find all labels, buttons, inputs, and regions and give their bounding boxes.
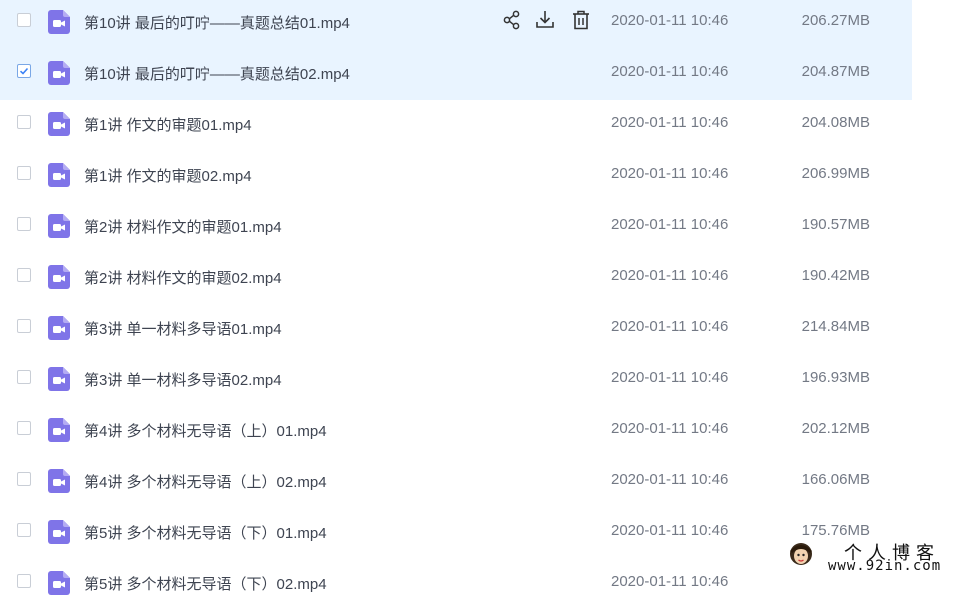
row-checkbox[interactable] xyxy=(17,217,31,231)
file-date: 2020-01-11 10:46 xyxy=(611,369,729,386)
video-file-icon xyxy=(48,163,70,187)
file-size: 190.42MB xyxy=(801,267,870,284)
file-name[interactable]: 第3讲 单一材料多导语02.mp4 xyxy=(84,369,282,390)
file-size: 206.99MB xyxy=(801,165,870,182)
file-size: 204.87MB xyxy=(801,63,870,80)
row-checkbox[interactable] xyxy=(17,574,31,588)
video-file-icon xyxy=(48,61,70,85)
file-row[interactable]: 第2讲 材料作文的审题02.mp4 2020-01-11 10:46 190.4… xyxy=(0,253,912,304)
file-date: 2020-01-11 10:46 xyxy=(611,63,729,80)
file-row[interactable]: 第4讲 多个材料无导语（上）01.mp4 2020-01-11 10:46 20… xyxy=(0,406,912,457)
delete-icon[interactable] xyxy=(570,9,592,31)
file-row[interactable]: 第3讲 单一材料多导语02.mp4 2020-01-11 10:46 196.9… xyxy=(0,355,912,406)
watermark-url: www.92in.com xyxy=(828,558,942,574)
file-row[interactable]: 第1讲 作文的审题02.mp4 2020-01-11 10:46 206.99M… xyxy=(0,151,912,202)
file-row[interactable]: 第5讲 多个材料无导语（下）01.mp4 2020-01-11 10:46 17… xyxy=(0,508,912,559)
avatar-logo-icon xyxy=(790,543,812,565)
file-name[interactable]: 第5讲 多个材料无导语（下）01.mp4 xyxy=(84,522,327,543)
row-checkbox[interactable] xyxy=(17,472,31,486)
file-row[interactable]: 第4讲 多个材料无导语（上）02.mp4 2020-01-11 10:46 16… xyxy=(0,457,912,508)
file-row[interactable]: 第10讲 最后的叮咛——真题总结02.mp4 2020-01-11 10:46 … xyxy=(0,49,912,100)
file-name[interactable]: 第5讲 多个材料无导语（下）02.mp4 xyxy=(84,573,327,594)
file-date: 2020-01-11 10:46 xyxy=(611,165,729,182)
file-date: 2020-01-11 10:46 xyxy=(611,216,729,233)
file-size: 214.84MB xyxy=(801,318,870,335)
file-name[interactable]: 第1讲 作文的审题02.mp4 xyxy=(84,165,252,186)
file-date: 2020-01-11 10:46 xyxy=(611,114,729,131)
video-file-icon xyxy=(48,214,70,238)
row-checkbox[interactable] xyxy=(17,166,31,180)
file-row[interactable]: 第5讲 多个材料无导语（下）02.mp4 2020-01-11 10:46 xyxy=(0,559,912,610)
row-checkbox[interactable] xyxy=(17,268,31,282)
row-checkbox[interactable] xyxy=(17,64,31,78)
file-size: 166.06MB xyxy=(801,471,870,488)
file-row[interactable]: 第2讲 材料作文的审题01.mp4 2020-01-11 10:46 190.5… xyxy=(0,202,912,253)
file-name[interactable]: 第4讲 多个材料无导语（上）01.mp4 xyxy=(84,420,327,441)
file-date: 2020-01-11 10:46 xyxy=(611,318,729,335)
file-name[interactable]: 第10讲 最后的叮咛——真题总结01.mp4 xyxy=(84,12,350,33)
row-checkbox[interactable] xyxy=(17,115,31,129)
video-file-icon xyxy=(48,367,70,391)
file-date: 2020-01-11 10:46 xyxy=(611,573,729,590)
row-checkbox[interactable] xyxy=(17,13,31,27)
video-file-icon xyxy=(48,469,70,493)
file-date: 2020-01-11 10:46 xyxy=(611,12,729,29)
file-date: 2020-01-11 10:46 xyxy=(611,420,729,437)
file-size: 196.93MB xyxy=(801,369,870,386)
video-file-icon xyxy=(48,10,70,34)
file-name[interactable]: 第2讲 材料作文的审题01.mp4 xyxy=(84,216,282,237)
file-row[interactable]: 第10讲 最后的叮咛——真题总结01.mp4 2020-01-11 10:46 … xyxy=(0,0,912,49)
watermark: 个人博客 www.92in.com xyxy=(778,537,977,578)
file-size: 206.27MB xyxy=(801,12,870,29)
row-checkbox[interactable] xyxy=(17,523,31,537)
file-name[interactable]: 第10讲 最后的叮咛——真题总结02.mp4 xyxy=(84,63,350,84)
video-file-icon xyxy=(48,316,70,340)
file-name[interactable]: 第1讲 作文的审题01.mp4 xyxy=(84,114,252,135)
video-file-icon xyxy=(48,112,70,136)
video-file-icon xyxy=(48,571,70,595)
check-icon xyxy=(19,67,29,75)
file-size: 190.57MB xyxy=(801,216,870,233)
file-size: 204.08MB xyxy=(801,114,870,131)
share-icon[interactable] xyxy=(501,9,523,31)
row-checkbox[interactable] xyxy=(17,421,31,435)
file-date: 2020-01-11 10:46 xyxy=(611,522,729,539)
file-date: 2020-01-11 10:46 xyxy=(611,471,729,488)
file-row[interactable]: 第3讲 单一材料多导语01.mp4 2020-01-11 10:46 214.8… xyxy=(0,304,912,355)
file-name[interactable]: 第3讲 单一材料多导语01.mp4 xyxy=(84,318,282,339)
video-file-icon xyxy=(48,418,70,442)
video-file-icon xyxy=(48,265,70,289)
file-list: 第10讲 最后的叮咛——真题总结01.mp4 2020-01-11 10:46 … xyxy=(0,0,912,610)
video-file-icon xyxy=(48,520,70,544)
file-name[interactable]: 第2讲 材料作文的审题02.mp4 xyxy=(84,267,282,288)
file-size: 202.12MB xyxy=(801,420,870,437)
file-row[interactable]: 第1讲 作文的审题01.mp4 2020-01-11 10:46 204.08M… xyxy=(0,100,912,151)
download-icon[interactable] xyxy=(534,9,556,31)
file-name[interactable]: 第4讲 多个材料无导语（上）02.mp4 xyxy=(84,471,327,492)
row-checkbox[interactable] xyxy=(17,370,31,384)
row-checkbox[interactable] xyxy=(17,319,31,333)
file-date: 2020-01-11 10:46 xyxy=(611,267,729,284)
